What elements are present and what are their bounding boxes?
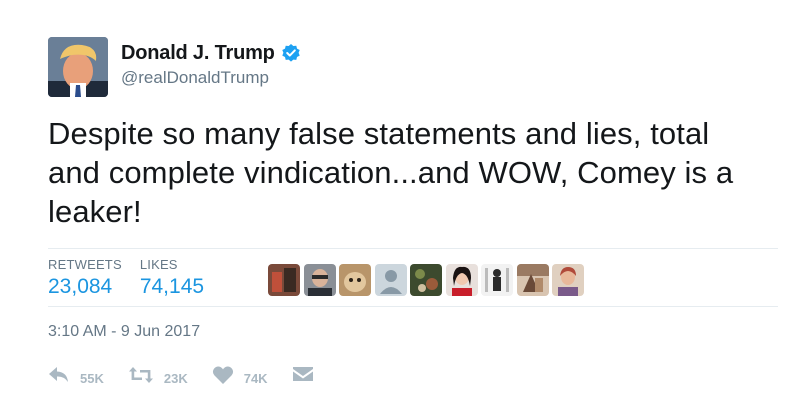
liker-avatar[interactable] — [303, 264, 336, 296]
retweet-button[interactable]: 23K — [128, 365, 188, 386]
retweet-count: 23K — [163, 370, 188, 386]
reply-icon — [48, 365, 70, 385]
retweets-label: RETWEETS — [48, 257, 122, 272]
reply-button[interactable]: 55K — [48, 365, 104, 386]
direct-message-button[interactable] — [292, 366, 314, 384]
liker-avatars — [268, 264, 588, 296]
divider-middle — [48, 306, 778, 307]
likes-stat[interactable]: LIKES 74,145 — [140, 254, 204, 299]
tweet-actions: 55K 23K 74K — [48, 360, 338, 390]
verified-badge-icon — [281, 43, 301, 63]
heart-icon — [212, 365, 234, 385]
author-avatar[interactable] — [48, 37, 108, 97]
liker-avatar[interactable] — [374, 264, 407, 296]
retweet-icon — [128, 365, 154, 385]
liker-avatar[interactable] — [410, 264, 442, 296]
tweet-card: Donald J. Trump @realDonaldTrump Despite… — [0, 0, 800, 419]
liker-avatar[interactable] — [268, 264, 300, 296]
tweet-stats: RETWEETS 23,084 LIKES 74,145 — [48, 254, 222, 306]
liker-avatar[interactable] — [516, 264, 549, 296]
retweets-stat[interactable]: RETWEETS 23,084 — [48, 254, 122, 299]
like-count: 74K — [243, 370, 268, 386]
retweets-count: 23,084 — [48, 275, 113, 298]
likes-count: 74,145 — [139, 275, 205, 298]
reply-count: 55K — [80, 370, 104, 386]
liker-avatar[interactable] — [481, 264, 513, 296]
author-block: Donald J. Trump @realDonaldTrump — [121, 41, 301, 88]
liker-avatar[interactable] — [339, 264, 371, 296]
envelope-icon — [292, 366, 314, 384]
liker-avatar[interactable] — [552, 264, 584, 296]
tweet-timestamp[interactable]: 3:10 AM - 9 Jun 2017 — [48, 323, 200, 341]
author-name[interactable]: Donald J. Trump — [121, 42, 275, 65]
author-handle[interactable]: @realDonaldTrump — [121, 68, 301, 88]
likes-label: LIKES — [139, 257, 178, 272]
divider-top — [48, 248, 778, 249]
like-button[interactable]: 74K — [212, 365, 268, 386]
liker-avatar[interactable] — [445, 264, 478, 296]
tweet-text: Despite so many false statements and lie… — [48, 116, 734, 229]
